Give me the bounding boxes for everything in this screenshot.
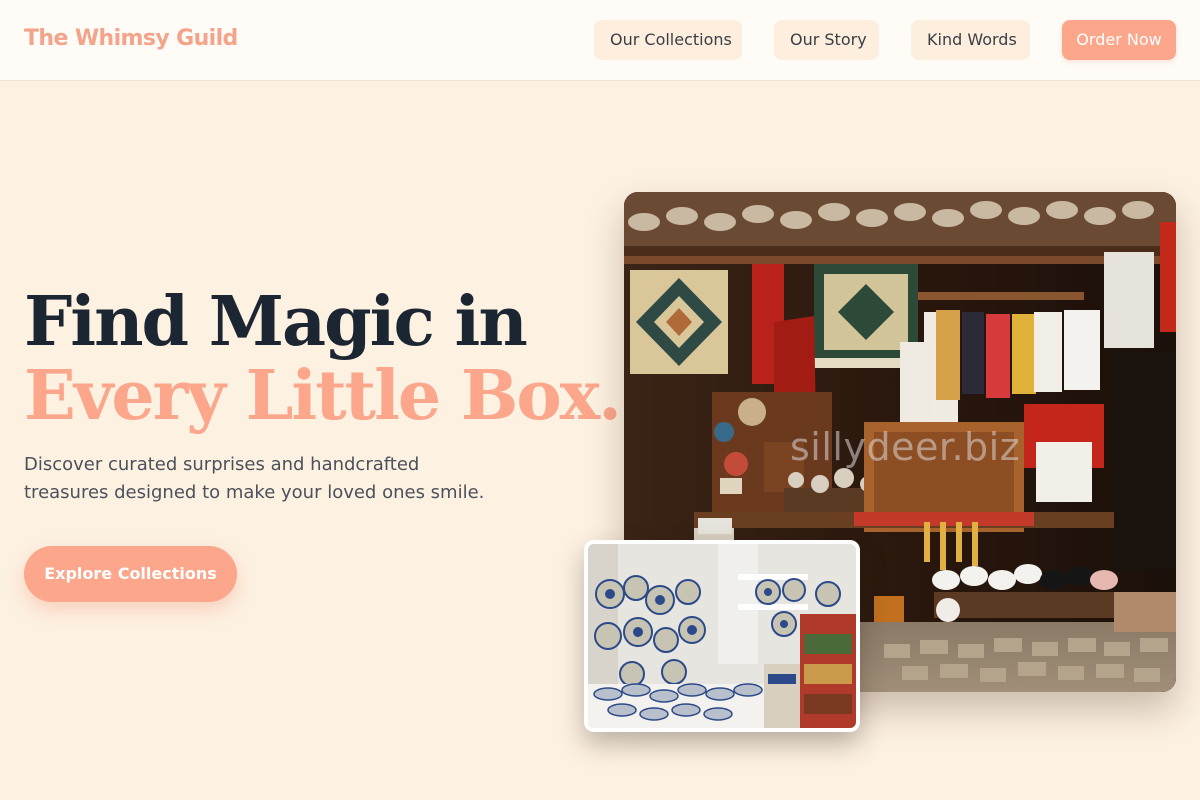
order-now-button[interactable]: Order Now — [1062, 20, 1176, 60]
nav-our-story[interactable]: Our Story — [774, 20, 879, 60]
nav-kind-words[interactable]: Kind Words — [911, 20, 1030, 60]
nav-our-collections[interactable]: Our Collections — [594, 20, 742, 60]
explore-collections-button[interactable]: Explore Collections — [24, 546, 237, 602]
hero-headline-line1: Find Magic in — [24, 282, 528, 362]
hero-subtitle: Discover curated surprises and handcraft… — [24, 454, 485, 503]
image-watermark: sillydeer.biz — [790, 425, 1021, 469]
brand-logo[interactable]: The Whimsy Guild — [24, 26, 238, 51]
hero-headline-line2: Every Little Box. — [24, 356, 622, 436]
site-header: The Whimsy Guild Our Collections Our Sto… — [0, 0, 1200, 81]
pottery-shop-photo — [584, 540, 860, 732]
